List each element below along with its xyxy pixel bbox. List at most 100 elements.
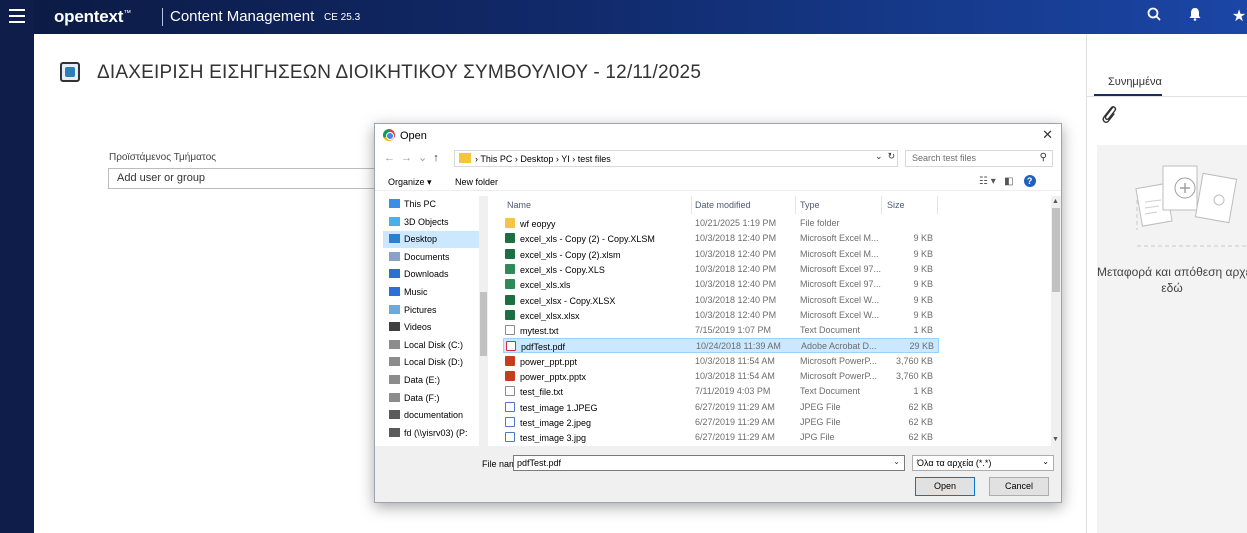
file-row[interactable]: test_image 1.JPEG 6/27/2019 11:29 AM JPEG … — [503, 400, 939, 415]
file-type: Microsoft PowerP... — [800, 355, 877, 366]
column-size[interactable]: Size — [887, 200, 905, 210]
nav-item[interactable]: Documents — [383, 249, 483, 266]
new-folder-button[interactable]: New folder — [455, 177, 498, 187]
star-icon[interactable]: ★ — [1229, 7, 1247, 27]
tab-attachments[interactable]: Συνημμένα — [1108, 76, 1162, 88]
up-arrow-icon[interactable]: ↑ — [433, 152, 445, 164]
chrome-icon — [383, 129, 395, 141]
file-row[interactable]: excel_xls.xls 10/3/2018 12:40 PM Microsoft… — [503, 277, 939, 292]
preview-pane-icon[interactable]: ◧ — [1004, 176, 1013, 187]
nav-item[interactable]: Downloads — [383, 266, 483, 283]
nav-item[interactable]: Local Disk (C:) — [383, 337, 483, 354]
file-name-input[interactable]: pdfTest.pdf ⌄ — [513, 455, 905, 471]
file-row[interactable]: excel_xls - Copy (2).xlsm 10/3/2018 12:40… — [503, 247, 939, 262]
file-row[interactable]: test_image 2.jpeg 6/27/2019 11:29 AM JPEG … — [503, 415, 939, 430]
bell-icon[interactable] — [1185, 7, 1205, 27]
refresh-icon[interactable]: ↻ — [888, 151, 896, 161]
toolbar-separator — [375, 190, 1061, 191]
file-date: 10/3/2018 12:40 PM — [695, 233, 777, 244]
drop-zone-text: Μεταφορά και απόθεση αρχείων εδώ — [1097, 265, 1247, 295]
scroll-up-icon[interactable]: ▲ — [1052, 198, 1059, 205]
file-name-text: excel_xlsx.xlsx — [520, 310, 580, 321]
file-name-text: test_image 2.jpeg — [520, 417, 592, 428]
file-row[interactable]: power_pptx.pptx 10/3/2018 11:54 AM Microso… — [503, 369, 939, 384]
file-date: 10/3/2018 12:40 PM — [695, 294, 777, 305]
nav-scroll-thumb[interactable] — [480, 292, 487, 356]
search-input[interactable]: Search test files ⚲ — [905, 150, 1053, 167]
forward-arrow-icon[interactable]: → — [401, 152, 418, 164]
file-row[interactable]: excel_xls - Copy (2) - Copy.XLSM 10/3/201… — [503, 231, 939, 246]
nav-item[interactable]: Data (F:) — [383, 390, 483, 407]
drive-icon — [389, 392, 400, 402]
recent-chevron-icon[interactable]: ⌄ — [418, 152, 433, 164]
close-button[interactable]: ✕ — [1042, 127, 1053, 143]
videos-icon — [389, 322, 400, 332]
column-type[interactable]: Type — [800, 200, 820, 210]
right-panel-divider — [1086, 34, 1087, 533]
user-group-input[interactable]: Add user or group — [108, 168, 383, 189]
file-row[interactable]: pdfTest.pdf 10/24/2018 11:39 AM Adobe Acro… — [503, 338, 939, 354]
nav-item-label: Downloads — [404, 269, 449, 280]
nav-item[interactable]: Videos — [383, 319, 483, 336]
nav-item[interactable]: documentation — [383, 407, 483, 424]
file-list-scrollbar[interactable]: ▲ ▼ — [1051, 196, 1061, 446]
file-row[interactable]: power_ppt.ppt 10/3/2018 11:54 AM Microsoft… — [503, 354, 939, 369]
file-type-select[interactable]: Όλα τα αρχεία (*.*) ⌄ — [912, 455, 1054, 471]
file-name: test_file.txt — [505, 386, 691, 397]
nav-item-label: Videos — [404, 322, 432, 333]
xls-file-icon — [505, 263, 515, 274]
nav-item[interactable]: fd (\\yisrv03) (P: — [383, 425, 483, 442]
view-options-icon[interactable]: ☷ ▾ — [979, 176, 996, 187]
file-name-text: test_image 3.jpg — [520, 433, 587, 444]
nav-item[interactable]: This PC — [383, 196, 483, 213]
nav-item[interactable]: Data (E:) — [383, 372, 483, 389]
file-row[interactable]: excel_xls - Copy.XLS 10/3/2018 12:40 PM Mi… — [503, 262, 939, 277]
column-date-modified[interactable]: Date modified — [695, 200, 751, 210]
cancel-button[interactable]: Cancel — [989, 477, 1049, 496]
paperclip-icon[interactable] — [1101, 103, 1119, 131]
nav-item[interactable]: Local Disk (D:) — [383, 354, 483, 371]
img-file-icon — [505, 416, 515, 427]
file-row[interactable]: excel_xlsx.xlsx 10/3/2018 12:40 PM Microso… — [503, 308, 939, 323]
file-size: 9 KB — [913, 294, 933, 305]
nav-item[interactable]: Pictures — [383, 302, 483, 319]
nav-item-label: This PC — [404, 199, 437, 209]
search-icon[interactable] — [1144, 7, 1164, 27]
folder-icon — [459, 153, 471, 163]
file-row[interactable]: excel_xlsx - Copy.XLSX 10/3/2018 12:40 PM… — [503, 293, 939, 308]
file-size: 9 KB — [913, 248, 933, 259]
file-row[interactable]: test_file.txt 7/11/2019 4:03 PM Text Docum… — [503, 384, 939, 399]
file-name: test_image 1.JPEG — [505, 401, 691, 413]
file-row[interactable]: wf eopyy 10/21/2025 1:19 PM File folder — [503, 216, 939, 231]
file-type: Text Document — [800, 325, 861, 336]
scroll-down-icon[interactable]: ▼ — [1052, 436, 1059, 443]
file-row[interactable]: mytest.txt 7/15/2019 1:07 PM Text Document… — [503, 323, 939, 338]
organize-button[interactable]: Organize ▾ — [388, 177, 432, 188]
brand-logo[interactable]: opentext™ — [54, 7, 131, 27]
back-arrow-icon[interactable]: ← — [384, 152, 401, 164]
file-scroll-thumb[interactable] — [1052, 208, 1060, 292]
file-name-text: pdfTest.pdf — [521, 342, 566, 353]
nav-item-label: Documents — [404, 251, 450, 262]
hamburger-menu-icon[interactable] — [9, 9, 25, 23]
file-row[interactable]: test_image 3.jpg 6/27/2019 11:29 AM JPG Fi… — [503, 430, 939, 445]
file-name-text: power_ppt.ppt — [520, 356, 578, 367]
nav-item[interactable]: 3D Objects — [383, 214, 483, 231]
brand-separator — [162, 8, 163, 26]
file-date: 6/27/2019 11:29 AM — [695, 416, 775, 427]
chevron-down-icon[interactable]: ⌄ — [875, 151, 883, 161]
column-divider — [795, 196, 796, 214]
file-date: 10/3/2018 11:54 AM — [695, 371, 775, 381]
chevron-down-icon[interactable]: ⌄ — [893, 457, 900, 466]
nav-item-label: fd (\\yisrv03) (P: — [404, 427, 468, 438]
help-icon[interactable]: ? — [1023, 175, 1036, 187]
nav-item[interactable]: Music — [383, 284, 483, 301]
column-name[interactable]: Name — [507, 200, 531, 210]
left-rail — [0, 0, 34, 533]
address-bar[interactable]: › This PC › Desktop › YI › test files — [454, 150, 898, 167]
file-name-text: excel_xls.xls — [520, 280, 571, 291]
nav-scrollbar[interactable] — [479, 196, 488, 446]
nav-item[interactable]: Desktop — [383, 231, 483, 249]
open-button[interactable]: Open — [915, 477, 975, 496]
file-name: test_image 3.jpg — [505, 432, 691, 443]
